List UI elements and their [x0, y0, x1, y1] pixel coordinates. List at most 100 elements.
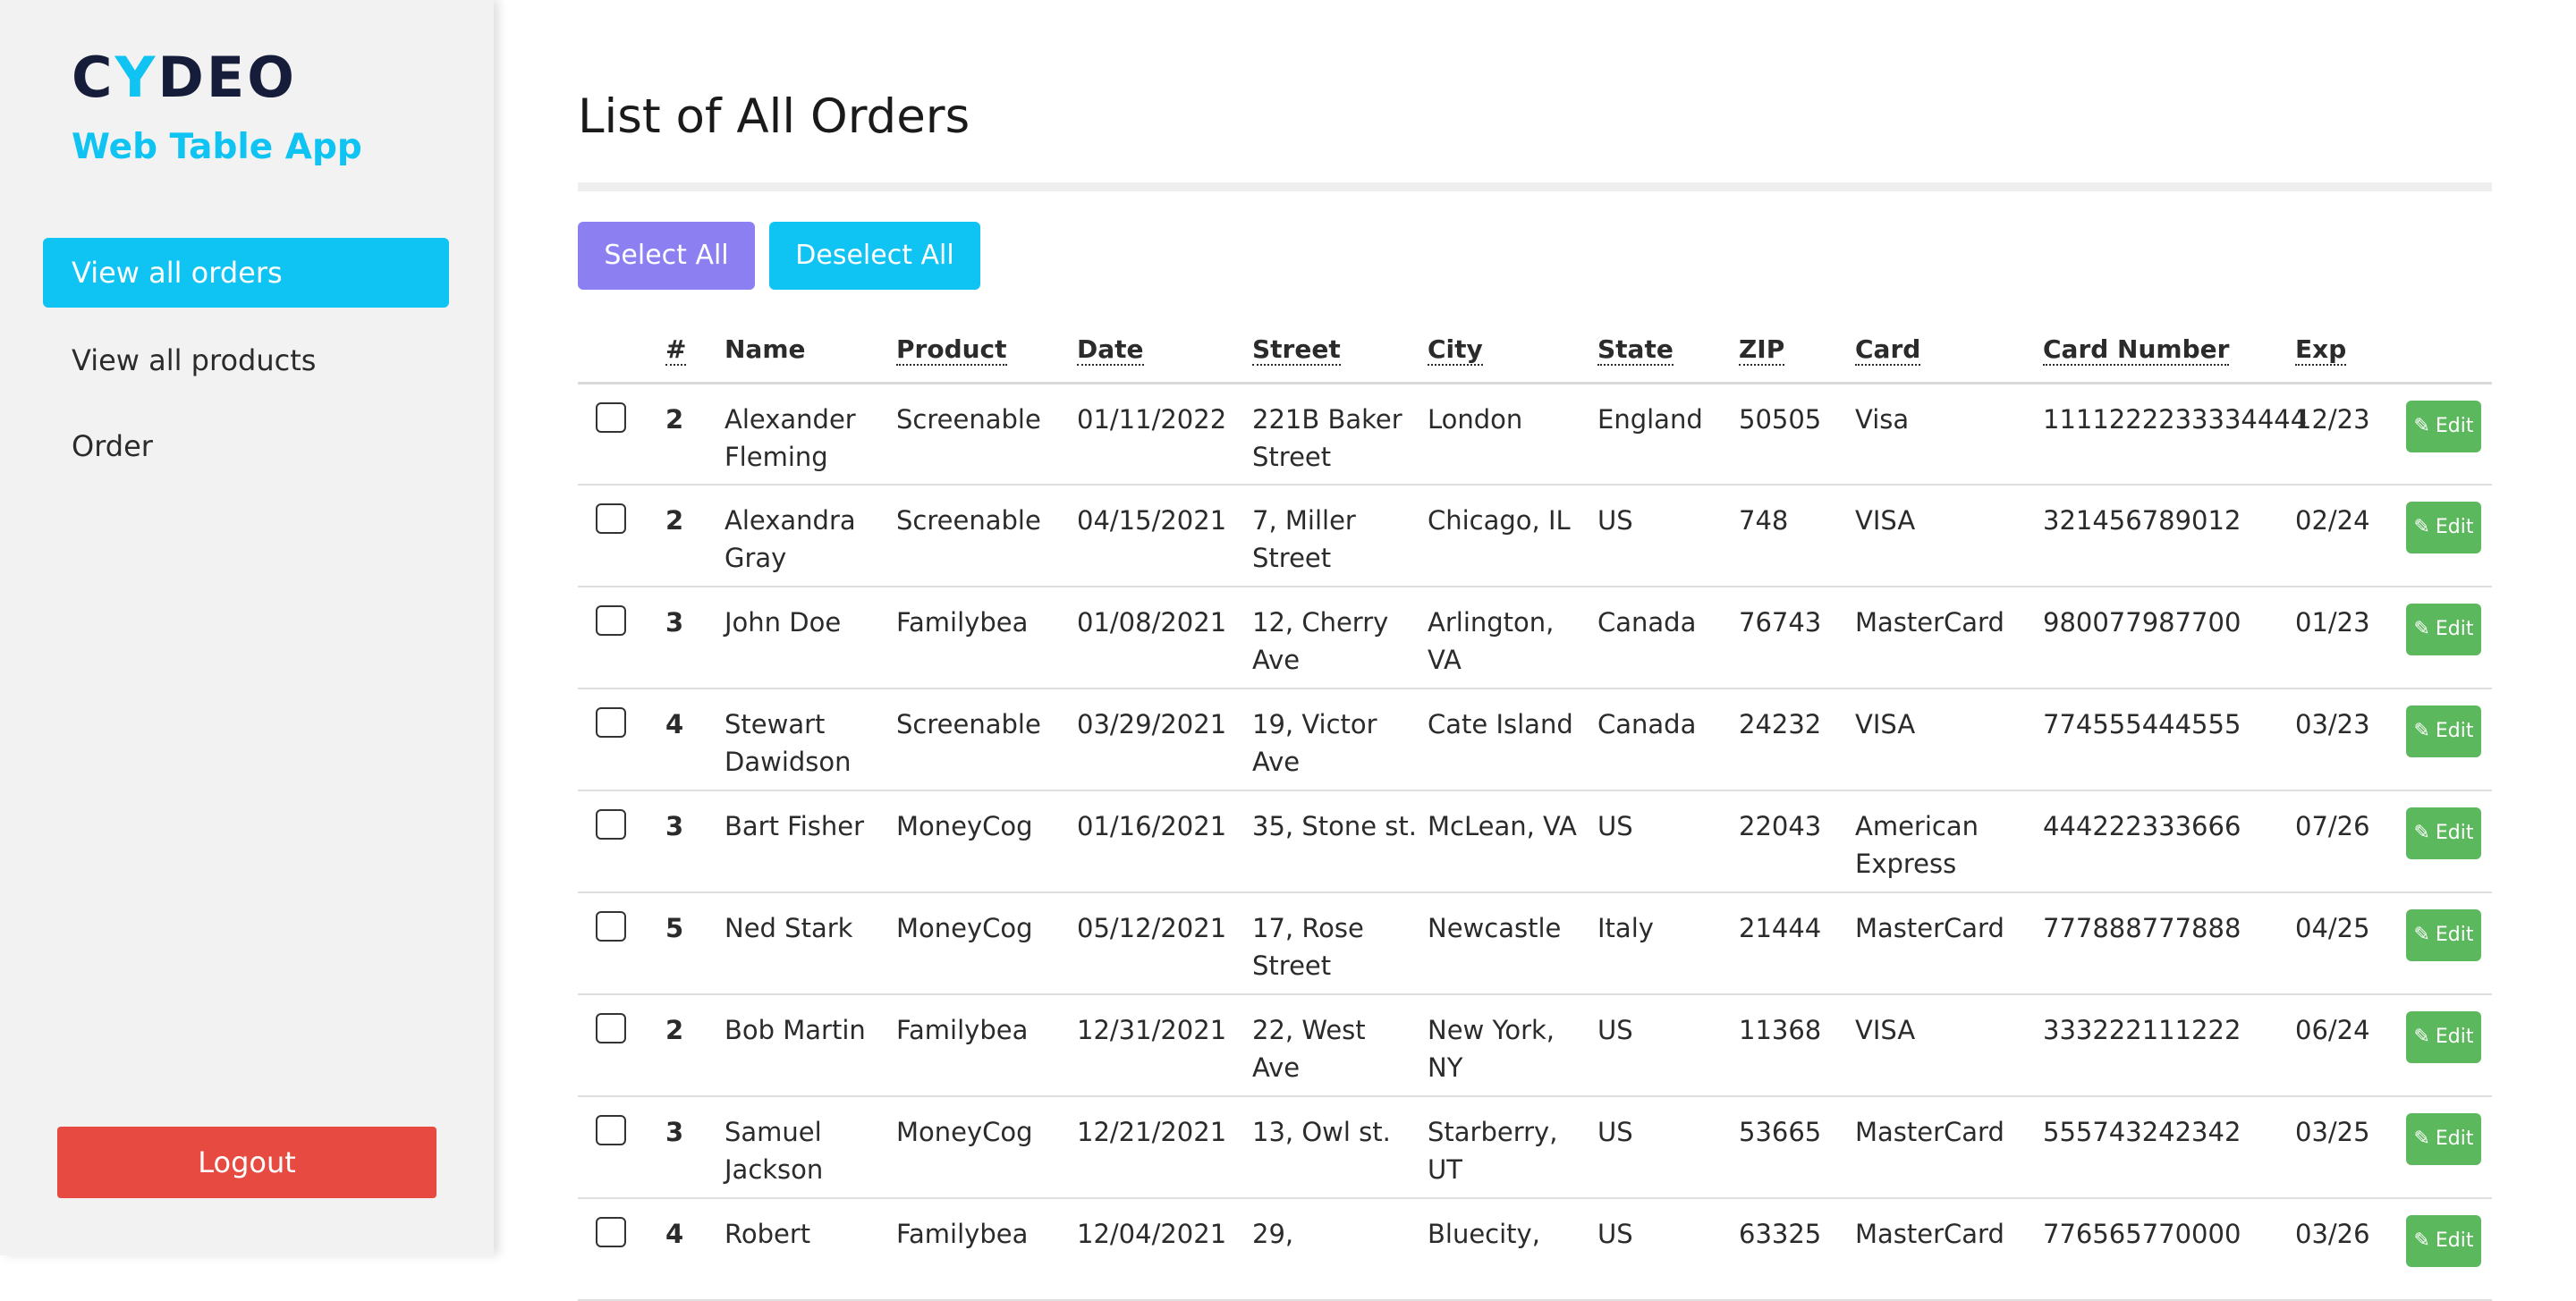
nav-view-all-orders[interactable]: View all orders	[43, 238, 449, 308]
cell-exp: 12/23	[2288, 383, 2399, 486]
page-title: List of All Orders	[578, 89, 970, 144]
cell-city: Newcastle	[1420, 892, 1590, 995]
row-checkbox[interactable]	[596, 809, 626, 840]
cell-date: 12/31/2021	[1070, 994, 1245, 1097]
cell-card: VISA	[1848, 485, 2036, 587]
cell-street: 19, Victor Ave	[1245, 689, 1420, 791]
edit-button[interactable]: ✎ Edit	[2406, 502, 2481, 553]
edit-button[interactable]: ✎ Edit	[2406, 604, 2481, 655]
edit-label: Edit	[2435, 822, 2474, 844]
cell-card-number: 774555444555	[2036, 689, 2288, 791]
cell-card: American Express	[1848, 790, 2036, 893]
cell-zip: 53665	[1732, 1096, 1848, 1199]
cell-zip: 748	[1732, 485, 1848, 587]
edit-icon: ✎	[2413, 618, 2430, 640]
cell-state: US	[1590, 485, 1732, 587]
table-row: 3 Samuel Jackson MoneyCog 12/21/2021 13, Owl…	[578, 1096, 2492, 1199]
row-actions-cell: ✎ Edit	[2399, 383, 2492, 486]
cell-city: Chicago, IL	[1420, 485, 1590, 587]
cell-name: Alexandra Gray	[717, 485, 889, 587]
edit-button[interactable]: ✎ Edit	[2406, 400, 2481, 452]
cell-city: New York, NY	[1420, 994, 1590, 1097]
row-checkbox[interactable]	[596, 503, 626, 534]
row-checkbox[interactable]	[596, 401, 626, 433]
cell-card-number: 333222111222	[2036, 994, 2288, 1097]
cell-city: McLean, VA	[1420, 790, 1590, 893]
edit-button[interactable]: ✎ Edit	[2406, 1113, 2481, 1165]
row-checkbox[interactable]	[596, 911, 626, 942]
row-checkbox-cell	[578, 383, 658, 486]
logo-text-part1: C	[72, 45, 115, 110]
edit-button[interactable]: ✎ Edit	[2406, 807, 2481, 859]
logout-button[interactable]: Logout	[57, 1127, 436, 1198]
cell-num: 3	[658, 587, 717, 689]
edit-label: Edit	[2435, 414, 2474, 437]
row-checkbox-cell	[578, 994, 658, 1097]
cell-name: Robert	[717, 1198, 889, 1301]
header-street[interactable]: Street	[1245, 317, 1420, 384]
header-zip[interactable]: ZIP	[1732, 317, 1848, 384]
header-date[interactable]: Date	[1070, 317, 1245, 384]
nav-view-all-products[interactable]: View all products	[43, 325, 449, 395]
cell-product: Screenable	[889, 689, 1070, 791]
cell-city: Bluecity,	[1420, 1198, 1590, 1301]
row-checkbox[interactable]	[596, 1115, 626, 1145]
cell-zip: 11368	[1732, 994, 1848, 1097]
cell-exp: 03/25	[2288, 1096, 2399, 1199]
header-product[interactable]: Product	[889, 317, 1070, 384]
table-row: 3 Bart Fisher MoneyCog 01/16/2021 35, Stone …	[578, 790, 2492, 893]
row-checkbox-cell	[578, 587, 658, 689]
cell-street: 13, Owl st.	[1245, 1096, 1420, 1199]
row-checkbox[interactable]	[596, 1217, 626, 1247]
cell-card-number: 1111222233334444	[2036, 383, 2307, 486]
title-divider	[578, 182, 2492, 191]
header-num[interactable]: #	[658, 317, 717, 384]
row-checkbox[interactable]	[596, 707, 626, 738]
row-actions-cell: ✎ Edit	[2399, 994, 2492, 1097]
select-all-button[interactable]: Select All	[578, 222, 755, 290]
cell-city: Cate Island	[1420, 689, 1590, 791]
row-checkbox[interactable]	[596, 605, 626, 636]
logo-text-part2: DEO	[157, 45, 297, 110]
header-card-number[interactable]: Card Number	[2036, 317, 2288, 384]
row-checkbox[interactable]	[596, 1013, 626, 1043]
cell-card: Visa	[1848, 383, 2036, 486]
header-exp[interactable]: Exp	[2288, 317, 2399, 384]
row-checkbox-cell	[578, 689, 658, 791]
deselect-all-button[interactable]: Deselect All	[769, 222, 980, 290]
nav-order[interactable]: Order	[43, 411, 449, 481]
cell-name: Samuel Jackson	[717, 1096, 889, 1199]
cell-num: 5	[658, 892, 717, 995]
edit-button[interactable]: ✎ Edit	[2406, 1011, 2481, 1063]
orders-table-body: 2 Alexander Fleming Screenable 01/11/2022 22…	[578, 383, 2492, 1301]
cell-name: Ned Stark	[717, 892, 889, 995]
cell-zip: 50505	[1732, 383, 1848, 486]
cell-name: Alexander Fleming	[717, 383, 889, 486]
cell-name: Bob Martin	[717, 994, 889, 1097]
cell-state: Italy	[1590, 892, 1732, 995]
header-city[interactable]: City	[1420, 317, 1590, 384]
edit-button[interactable]: ✎ Edit	[2406, 705, 2481, 757]
cell-num: 4	[658, 1198, 717, 1301]
header-card[interactable]: Card	[1848, 317, 2036, 384]
cell-exp: 07/26	[2288, 790, 2399, 893]
header-state[interactable]: State	[1590, 317, 1732, 384]
row-actions-cell: ✎ Edit	[2399, 689, 2492, 791]
cell-date: 12/21/2021	[1070, 1096, 1245, 1199]
cell-street: 35, Stone st.	[1245, 790, 1420, 893]
cell-card: MasterCard	[1848, 1096, 2036, 1199]
edit-button[interactable]: ✎ Edit	[2406, 1215, 2481, 1267]
cell-card-number: 980077987700	[2036, 587, 2288, 689]
cell-state: US	[1590, 994, 1732, 1097]
cell-date: 01/11/2022	[1070, 383, 1245, 486]
edit-label: Edit	[2435, 1026, 2474, 1048]
cell-date: 01/08/2021	[1070, 587, 1245, 689]
cell-date: 12/04/2021	[1070, 1198, 1245, 1301]
app-title: Web Table App	[72, 127, 362, 167]
cell-zip: 22043	[1732, 790, 1848, 893]
cell-state: US	[1590, 1096, 1732, 1199]
edit-button[interactable]: ✎ Edit	[2406, 909, 2481, 961]
cell-num: 3	[658, 790, 717, 893]
edit-label: Edit	[2435, 1229, 2474, 1252]
cell-state: US	[1590, 1198, 1732, 1301]
